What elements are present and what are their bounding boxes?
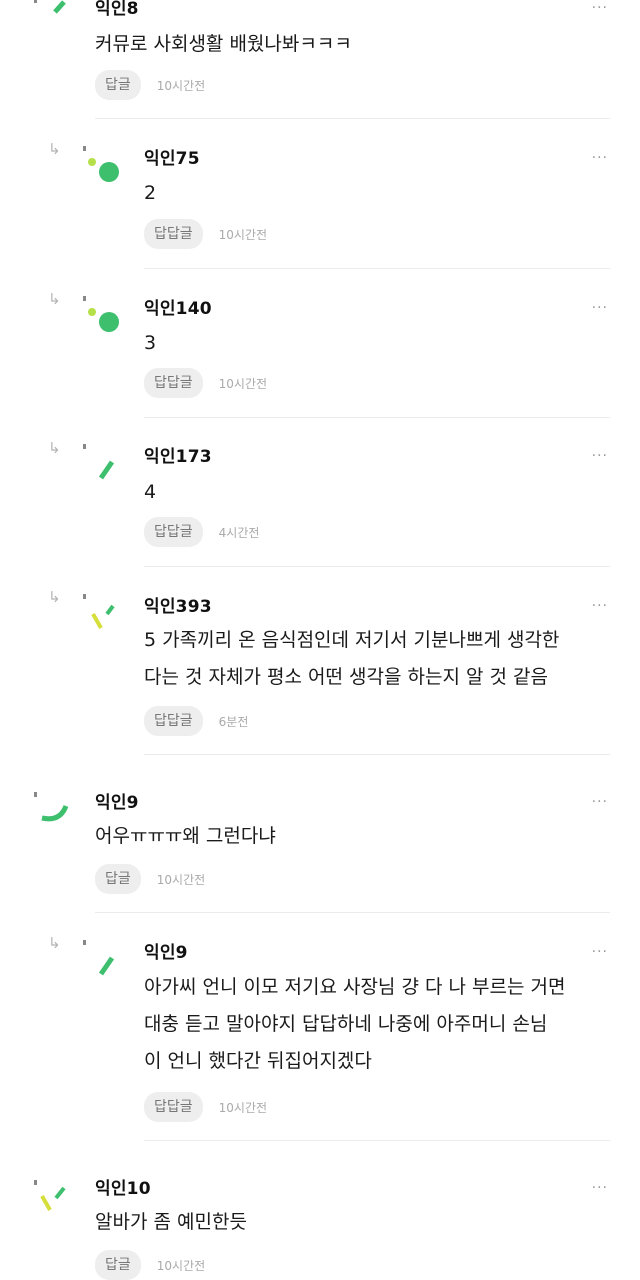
comment-line: 5 가족끼리 온 음식점인데 저기서 기분나쁘게 생각한	[144, 629, 560, 651]
comment-author[interactable]: 익인393	[144, 592, 212, 617]
comment-meta: 답답글 6분전	[144, 706, 248, 736]
divider	[95, 118, 610, 119]
comment-text: 알바가 좀 예민한듯	[95, 1204, 247, 1241]
reply-button[interactable]: 답글	[95, 70, 141, 100]
reply-button[interactable]: 답답글	[144, 368, 203, 398]
comment-text: 4	[144, 474, 156, 511]
divider	[144, 1140, 610, 1141]
comment-meta: 답글 10시간전	[95, 864, 205, 894]
more-options-icon[interactable]: ...	[592, 146, 608, 162]
comment: 익인9 ... 어우ㅠㅠㅠ왜 그런다냐 답글 10시간전	[0, 756, 640, 914]
avatar[interactable]	[32, 1176, 72, 1216]
comment-text: 3	[144, 325, 156, 362]
comment-author[interactable]: 익인140	[144, 294, 212, 319]
comment-line: 2	[144, 182, 157, 204]
timestamp: 10시간전	[218, 227, 268, 242]
reply-arrow-icon: ↳	[48, 140, 61, 158]
comment-line: 알바가 좀 예민한듯	[95, 1211, 247, 1233]
comment-text: 5 가족끼리 온 음식점인데 저기서 기분나쁘게 생각한 다는 것 자체가 평소…	[144, 622, 559, 696]
comment-meta: 답답글 10시간전	[144, 368, 267, 398]
divider	[95, 912, 610, 913]
comment-text: 아가씨 언니 이모 저기요 사장님 걍 다 나 부르는 거면 대충 듣고 말아야…	[144, 969, 565, 1080]
comment-text: 2	[144, 175, 156, 212]
comment-line: 어우ㅠㅠㅠ왜 그런다냐	[95, 825, 276, 847]
reply-button[interactable]: 답답글	[144, 517, 203, 547]
avatar[interactable]	[80, 938, 120, 978]
comment-text: 커뮤로 사회생활 배웠나봐ㅋㅋㅋ	[95, 26, 352, 63]
reply-button[interactable]: 답답글	[144, 706, 203, 736]
more-options-icon[interactable]: ...	[592, 0, 608, 12]
reply-arrow-icon: ↳	[48, 588, 61, 606]
green-arc-icon	[34, 792, 69, 822]
comment-author[interactable]: 익인75	[144, 144, 200, 169]
comment-meta: 답답글 4시간전	[144, 517, 259, 547]
timestamp: 10시간전	[156, 872, 206, 887]
comment-line: 4	[144, 481, 157, 503]
reply-arrow-icon: ↳	[48, 290, 61, 308]
timestamp: 10시간전	[156, 1258, 206, 1273]
reply-button[interactable]: 답글	[95, 1250, 141, 1280]
more-options-icon[interactable]: ...	[592, 296, 608, 312]
reply-button[interactable]: 답글	[95, 864, 141, 894]
comment-text: 어우ㅠㅠㅠ왜 그런다냐	[95, 818, 276, 855]
comment-meta: 답글 10시간전	[95, 70, 205, 100]
comment-line: 다는 것 자체가 평소 어떤 생각을 하는지 알 것 같음	[144, 666, 548, 688]
comment-line: 3	[144, 332, 157, 354]
green-stick-icon	[34, 0, 66, 14]
avatar[interactable]	[80, 144, 120, 184]
more-options-icon[interactable]: ...	[592, 940, 608, 956]
green-dots-icon	[83, 146, 119, 182]
avatar[interactable]	[32, 786, 72, 826]
timestamp: 10시간전	[156, 78, 206, 93]
avatar[interactable]	[80, 294, 120, 334]
green-stick-icon	[83, 940, 115, 976]
more-options-icon[interactable]: ...	[592, 1176, 608, 1192]
comment: 익인10 ... 알바가 좀 예민한듯 답글 10시간전	[0, 1142, 640, 1280]
comment: 익인8 ... 커뮤로 사회생활 배웠나봐ㅋㅋㅋ 답글 10시간전	[0, 0, 640, 120]
comment-reply: ↳ 익인173 ... 4 답답글 4시간전	[0, 418, 640, 568]
comment-author[interactable]: 익인9	[95, 788, 139, 813]
comment-author[interactable]: 익인173	[144, 442, 212, 467]
timestamp: 10시간전	[218, 376, 268, 391]
comment-author[interactable]: 익인9	[144, 938, 188, 963]
comment-reply: ↳ 익인75 ... 2 답답글 10시간전	[0, 120, 640, 270]
divider	[144, 566, 610, 567]
timestamp: 6분전	[218, 714, 249, 729]
comment-meta: 답답글 10시간전	[144, 219, 267, 249]
yellow-green-sticks-icon	[83, 594, 115, 629]
green-stick-icon	[83, 444, 115, 480]
timestamp: 4시간전	[218, 525, 260, 540]
comment-line: 아가씨 언니 이모 저기요 사장님 걍 다 나 부르는 거면	[144, 976, 566, 998]
yellow-green-sticks-icon	[34, 1180, 66, 1211]
reply-button[interactable]: 답답글	[144, 1092, 203, 1122]
timestamp: 10시간전	[218, 1100, 268, 1115]
comment-line: 커뮤로 사회생활 배웠나봐ㅋㅋㅋ	[95, 33, 352, 55]
comment-meta: 답글 10시간전	[95, 1250, 205, 1280]
comment-reply: ↳ 익인9 ... 아가씨 언니 이모 저기요 사장님 걍 다 나 부르는 거면…	[0, 914, 640, 1142]
divider	[144, 754, 610, 755]
reply-arrow-icon: ↳	[48, 934, 61, 952]
comment-reply: ↳ 익인393 ... 5 가족끼리 온 음식점인데 저기서 기분나쁘게 생각한…	[0, 568, 640, 756]
comment-author[interactable]: 익인8	[95, 0, 139, 19]
comment-line: 이 언니 했다간 뒤집어지겠다	[144, 1050, 372, 1072]
avatar[interactable]	[32, 0, 72, 34]
reply-arrow-icon: ↳	[48, 439, 61, 457]
green-dots-icon	[83, 296, 119, 332]
comment-reply: ↳ 익인140 ... 3 답답글 10시간전	[0, 270, 640, 418]
divider	[144, 268, 610, 269]
comment-author[interactable]: 익인10	[95, 1174, 151, 1199]
avatar[interactable]	[80, 592, 120, 632]
more-options-icon[interactable]: ...	[592, 594, 608, 610]
avatar[interactable]	[80, 442, 120, 482]
reply-button[interactable]: 답답글	[144, 219, 203, 249]
more-options-icon[interactable]: ...	[592, 444, 608, 460]
comment-meta: 답답글 10시간전	[144, 1092, 267, 1122]
more-options-icon[interactable]: ...	[592, 790, 608, 806]
comment-line: 대충 듣고 말아야지 답답하네 나중에 아주머니 손님	[144, 1013, 548, 1035]
